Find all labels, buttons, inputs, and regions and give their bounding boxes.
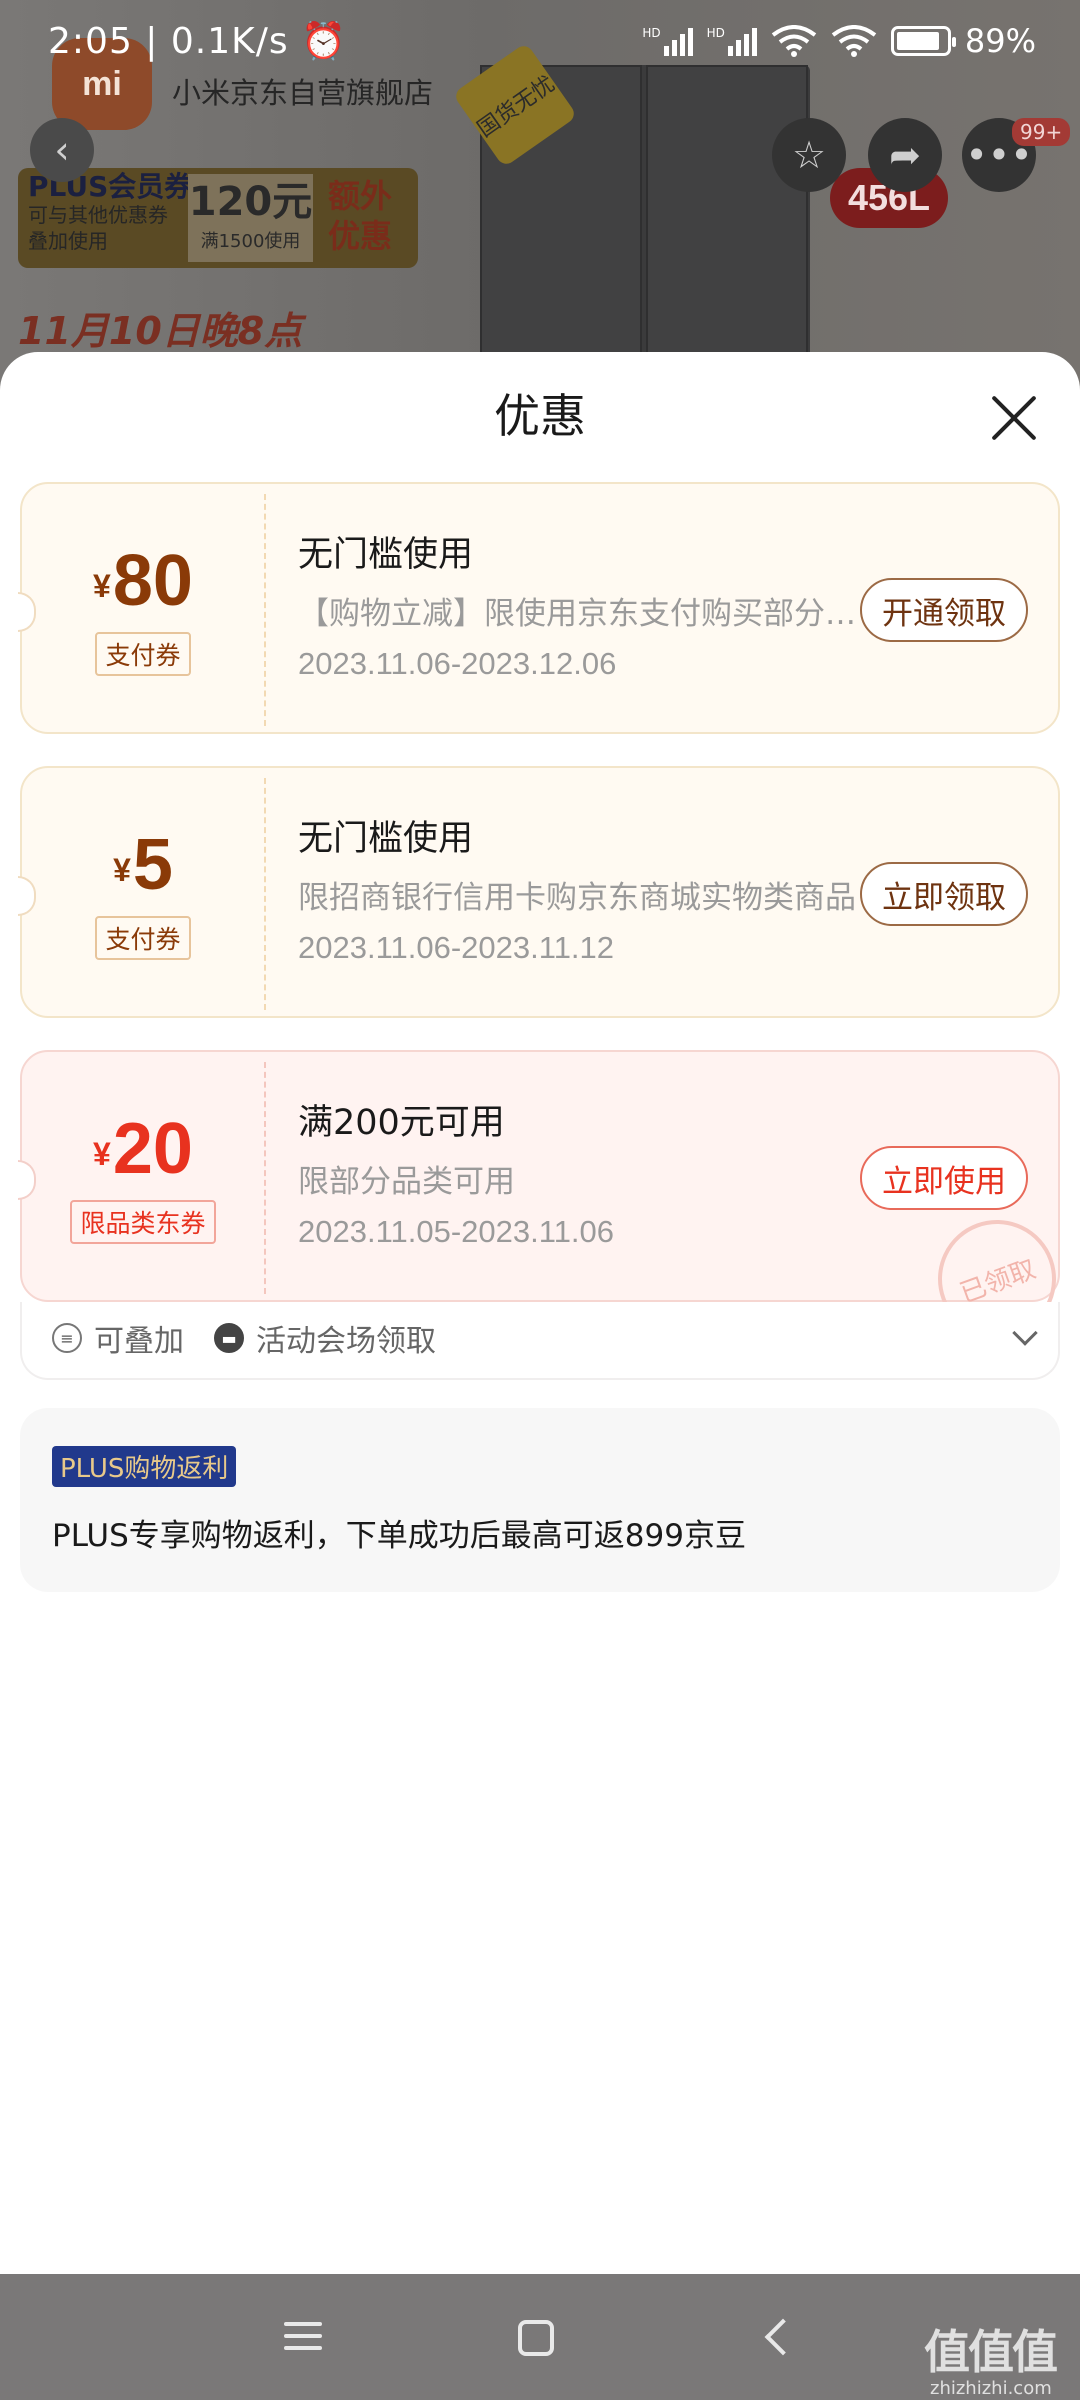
chevron-down-icon[interactable] [1012,1320,1038,1346]
plus-banner-subtitle-1: 可与其他优惠券 [28,203,168,227]
coupon-validity: 2023.11.06-2023.12.06 [298,646,617,681]
open-and-claim-button[interactable]: 开通领取 [860,578,1028,642]
close-icon[interactable] [986,390,1042,446]
use-now-button[interactable]: 立即使用 [860,1146,1028,1210]
battery-icon [890,26,956,56]
coupon-amount: ¥5 [113,825,173,905]
coupon-card: ¥80 支付券 无门槛使用 【购物立减】限使用京东支付购买部分商品 2023.1… [18,482,1060,734]
favorite-button[interactable]: ☆ [772,118,846,192]
plus-rebate-text: PLUS专享购物返利，下单成功后最高可返899京豆 [52,1518,746,1554]
promo-date-strip: 11月10日晚8点 [18,309,303,353]
coupon-meta-row: ≡ 可叠加 ▬ 活动会场领取 [20,1302,1060,1380]
alarm-icon: ⏰ [301,21,347,62]
site-watermark: 值值值 zhizhizhi.com [924,2325,1058,2399]
star-icon: ☆ [791,133,827,177]
coupon-validity: 2023.11.06-2023.11.12 [298,930,615,965]
coupon-amount: ¥80 [93,541,193,621]
plus-banner-highlight: 额外优惠 [328,177,393,255]
chevron-left-icon: ‹ [54,128,70,172]
back-button[interactable]: ‹ [30,118,94,182]
wifi-icon [771,25,817,57]
plus-member-coupon-banner: PLUS会员券 可与其他优惠券 叠加使用 120元 满1500使用 额外优惠 [18,168,418,268]
coupon-description: 限招商银行信用卡购京东商城实物类商品 [298,880,856,916]
coupon-validity: 2023.11.05-2023.11.06 [298,1214,615,1249]
coupon-description: 【购物立减】限使用京东支付购买部分商品 [298,596,858,632]
notification-count-badge: 99+ [1012,118,1071,146]
back-nav-icon[interactable] [756,2314,802,2360]
coupon-title: 无门槛使用 [298,819,474,859]
share-button[interactable]: ➦ [868,118,942,192]
plus-banner-subtitle-2: 叠加使用 [28,229,108,253]
coupon-title: 满200元可用 [298,1103,505,1143]
stack-icon: ≡ [52,1323,82,1353]
plus-banner-amount: 120元 [188,179,313,225]
home-icon[interactable] [518,2320,554,2356]
signal-icon-1: HD [642,26,693,56]
claim-now-button[interactable]: 立即领取 [860,862,1028,926]
coupon-type-tag: 支付券 [95,916,191,960]
coupon-amount: ¥20 [93,1109,193,1189]
plus-rebate-badge: PLUS购物返利 [52,1446,237,1487]
ticket-icon: ▬ [214,1323,244,1353]
status-time: 2:05 | 0.1K/s ⏰ [48,21,347,62]
coupon-type-tag: 支付券 [95,632,191,676]
source-info: ▬ 活动会场领取 [214,1316,436,1360]
plus-rebate-card: PLUS购物返利 PLUS专享购物返利，下单成功后最高可返899京豆 [20,1408,1060,1592]
battery-percent: 89% [964,22,1036,60]
sheet-title: 优惠 [494,389,586,443]
coupon-type-tag: 限品类东券 [70,1200,216,1244]
stackable-info: ≡ 可叠加 [52,1316,184,1360]
signal-icon-2: HD [707,26,757,56]
system-nav-bar [0,2274,1080,2400]
status-bar: 2:05 | 0.1K/s ⏰ HD HD 89% [0,0,1080,92]
claimed-stamp: 已领取 [932,1216,1056,1302]
coupon-card: ¥20 限品类东券 满200元可用 限部分品类可用 2023.11.05-202… [18,1050,1060,1302]
menu-icon[interactable] [280,2314,326,2360]
hotspot-icon [831,25,877,57]
discount-sheet: 优惠 ¥80 支付券 无门槛使用 【购物立减】限使用京东支付购买部分商品 202… [0,352,1080,2274]
coupon-description: 限部分品类可用 [298,1164,515,1200]
plus-banner-condition: 满1500使用 [200,231,301,252]
coupon-card: ¥5 支付券 无门槛使用 限招商银行信用卡购京东商城实物类商品 2023.11.… [18,766,1060,1018]
coupon-title: 无门槛使用 [298,535,474,575]
share-icon: ➦ [889,133,921,177]
